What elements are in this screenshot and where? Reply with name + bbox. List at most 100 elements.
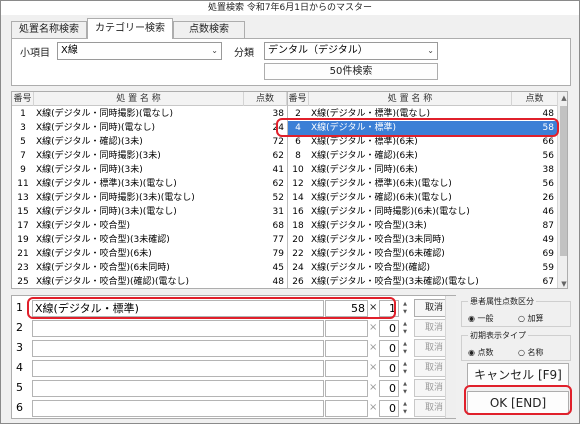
table-row[interactable]: 5 X線(デジタル・確認)(3未) 72 6 X線(デジタル・標準)(6未) 66: [12, 135, 557, 149]
cell-points: 77: [272, 235, 284, 245]
header-name: 処 置 名 称: [309, 92, 512, 106]
header-points: 点数: [525, 94, 544, 104]
cell-points: 38: [272, 109, 284, 119]
table-row[interactable]: 21 X線(デジタル・咬合型)(6未) 79 22 X線(デジタル・咬合型)(6未確認)…: [12, 247, 557, 261]
item-name-field[interactable]: X線(デジタル・標準): [32, 300, 324, 317]
item-points-field[interactable]: [325, 340, 368, 357]
item-name-field[interactable]: [32, 380, 324, 397]
scroll-up-icon[interactable]: ▲: [558, 92, 567, 104]
item-points-field[interactable]: [325, 320, 368, 337]
cell-points: 31: [272, 207, 284, 217]
radio-general[interactable]: ◉ 一般: [468, 313, 494, 324]
tab-name-search[interactable]: 処置名称検索: [11, 21, 87, 38]
cell-number: 22: [292, 249, 304, 259]
item-name-field[interactable]: [32, 360, 324, 377]
quantity-field[interactable]: 1: [379, 300, 399, 317]
tab-category-search[interactable]: カテゴリー検索: [87, 18, 173, 39]
cell-name: X線(デジタル・咬合型)(3未確認): [36, 235, 170, 245]
cell-name: X線(デジタル・標準)(3未)(電なし): [36, 179, 177, 189]
cell-number: 26: [292, 277, 304, 287]
cell-name: X線(デジタル・標準)(電なし): [311, 109, 431, 119]
selected-item-row: 2 × 0 ▲ ▼ 取消: [12, 318, 457, 338]
category-label: 分類: [234, 48, 254, 59]
item-name-field[interactable]: [32, 340, 324, 357]
cell-name: X線(デジタル・咬合型)(6未確認): [311, 249, 445, 259]
cell-number: 8: [295, 151, 301, 161]
radio-addition[interactable]: ○ 加算: [518, 313, 544, 324]
cell-number: 1: [20, 109, 26, 119]
quantity-spinner-icon[interactable]: ▲ ▼: [401, 380, 409, 397]
item-points-field[interactable]: 58: [325, 300, 368, 317]
table-row[interactable]: 23 X線(デジタル・咬合型)(6未同時) 45 24 X線(デジタル・咬合型)(確認)…: [12, 261, 557, 275]
cell-number: 4: [295, 123, 301, 133]
row-index: 2: [16, 321, 23, 334]
item-points-field[interactable]: [325, 380, 368, 397]
quantity-spinner-icon[interactable]: ▲ ▼: [401, 300, 409, 317]
radio-name[interactable]: ○ 名称: [518, 347, 544, 358]
table-row[interactable]: 1 X線(デジタル・同時撮影)(電なし) 38 2 X線(デジタル・標準)(電なし) 48: [12, 107, 557, 121]
category-select[interactable]: デンタル（デジタル） ⌄: [264, 42, 438, 60]
table-row[interactable]: 13 X線(デジタル・同時撮影)(3未)(電なし) 52 14 X線(デジタル・確認)(…: [12, 191, 557, 205]
cell-name: X線(デジタル・標準): [311, 123, 397, 133]
cell-name: X線(デジタル・確認)(6未)(電なし): [311, 193, 452, 203]
multiply-sign: ×: [369, 362, 378, 373]
search-50-button[interactable]: 50件検索: [264, 63, 438, 80]
table-row[interactable]: 9 X線(デジタル・同時)(3未) 41 10 X線(デジタル・同時)(6未) 38: [12, 163, 557, 177]
quantity-field[interactable]: 0: [379, 400, 399, 417]
row-index: 1: [16, 301, 23, 314]
quantity-spinner-icon[interactable]: ▲ ▼: [401, 360, 409, 377]
table-scrollbar[interactable]: ▲ ▼: [557, 92, 567, 288]
item-name-field[interactable]: [32, 400, 324, 417]
cell-number: 18: [292, 221, 304, 231]
item-points-field[interactable]: [325, 360, 368, 377]
item-name-field[interactable]: [32, 320, 324, 337]
subitem-label: 小項目: [20, 48, 50, 59]
display-type-title: 初期表示タイプ: [468, 330, 528, 341]
table-row[interactable]: 25 X線(デジタル・咬合型)(確認)(電なし) 48 26 X線(デジタル・咬合型)(…: [12, 275, 557, 288]
quantity-field[interactable]: 0: [379, 340, 399, 357]
cell-number: 25: [17, 277, 29, 287]
table-row[interactable]: 19 X線(デジタル・咬合型)(3未確認) 77 20 X線(デジタル・咬合型)(3未同…: [12, 233, 557, 247]
results-table: 番号 処 置 名 称 点数 番号 処 置 名 称 点数 1 X線(デジタル・同時撮…: [11, 91, 568, 289]
item-points-field[interactable]: [325, 400, 368, 417]
table-row[interactable]: 15 X線(デジタル・同時)(3未)(電なし) 31 16 X線(デジタル・同時撮影)(…: [12, 205, 557, 219]
cell-points: 67: [542, 277, 554, 287]
table-row[interactable]: 11 X線(デジタル・標準)(3未)(電なし) 62 12 X線(デジタル・標準)(6未…: [12, 177, 557, 191]
table-row[interactable]: 3 X線(デジタル・同時)(電なし) 24 4 X線(デジタル・標準) 58: [12, 121, 557, 135]
window-title: 処置検索 令和7年6月1日からのマスター: [1, 1, 579, 15]
table-row[interactable]: 17 X線(デジタル・咬合型) 68 18 X線(デジタル・咬合型)(3未) 87: [12, 219, 557, 233]
table-row[interactable]: 7 X線(デジタル・同時撮影)(3未) 62 8 X線(デジタル・確認)(6未) 56: [12, 149, 557, 163]
cell-name: X線(デジタル・同時)(3未)(電なし): [36, 207, 177, 217]
cell-name: X線(デジタル・同時)(6未): [311, 165, 418, 175]
tab-points-search[interactable]: 点数検索: [173, 21, 245, 38]
selected-items-panel: 1 X線(デジタル・標準) 58 × 1 ▲ ▼ 取消 2 × 0 ▲ ▼ 取消 3 × 0 ▲ ▼ 取消 4 × 0 ▲ ▼ 取…: [11, 295, 456, 419]
quantity-spinner-icon[interactable]: ▲ ▼: [401, 320, 409, 337]
scroll-down-icon[interactable]: ▼: [558, 278, 567, 288]
radio-points[interactable]: ◉ 点数: [468, 347, 494, 358]
header-no: 番号: [12, 92, 34, 106]
cell-number: 9: [20, 165, 26, 175]
cell-number: 23: [17, 263, 29, 273]
cell-points: 79: [272, 249, 284, 259]
quantity-field[interactable]: 0: [379, 380, 399, 397]
selected-item-row: 4 × 0 ▲ ▼ 取消: [12, 358, 457, 378]
scroll-thumb[interactable]: [560, 106, 567, 256]
search-window: 処置検索 令和7年6月1日からのマスター 処置名称検索 カテゴリー検索 点数検索…: [0, 0, 580, 424]
quantity-spinner-icon[interactable]: ▲ ▼: [401, 400, 409, 417]
cell-points: 46: [542, 207, 554, 217]
ok-button[interactable]: OK [END]: [467, 391, 569, 415]
subitem-select[interactable]: X線 ⌄: [57, 42, 222, 60]
cell-number: 6: [295, 137, 301, 147]
selected-items-scrollbar[interactable]: [445, 296, 456, 418]
cancel-button[interactable]: キャンセル [F9]: [467, 363, 569, 387]
cell-number: 16: [292, 207, 304, 217]
cell-name: X線(デジタル・同時撮影)(電なし): [36, 109, 174, 119]
quantity-field[interactable]: 0: [379, 320, 399, 337]
selected-item-row: 1 X線(デジタル・標準) 58 × 1 ▲ ▼ 取消: [12, 298, 457, 318]
quantity-spinner-icon[interactable]: ▲ ▼: [401, 340, 409, 357]
quantity-field[interactable]: 0: [379, 360, 399, 377]
cell-number: 7: [20, 151, 26, 161]
cell-points: 52: [272, 193, 284, 203]
cell-points: 58: [542, 123, 554, 133]
cell-points: 68: [272, 221, 284, 231]
